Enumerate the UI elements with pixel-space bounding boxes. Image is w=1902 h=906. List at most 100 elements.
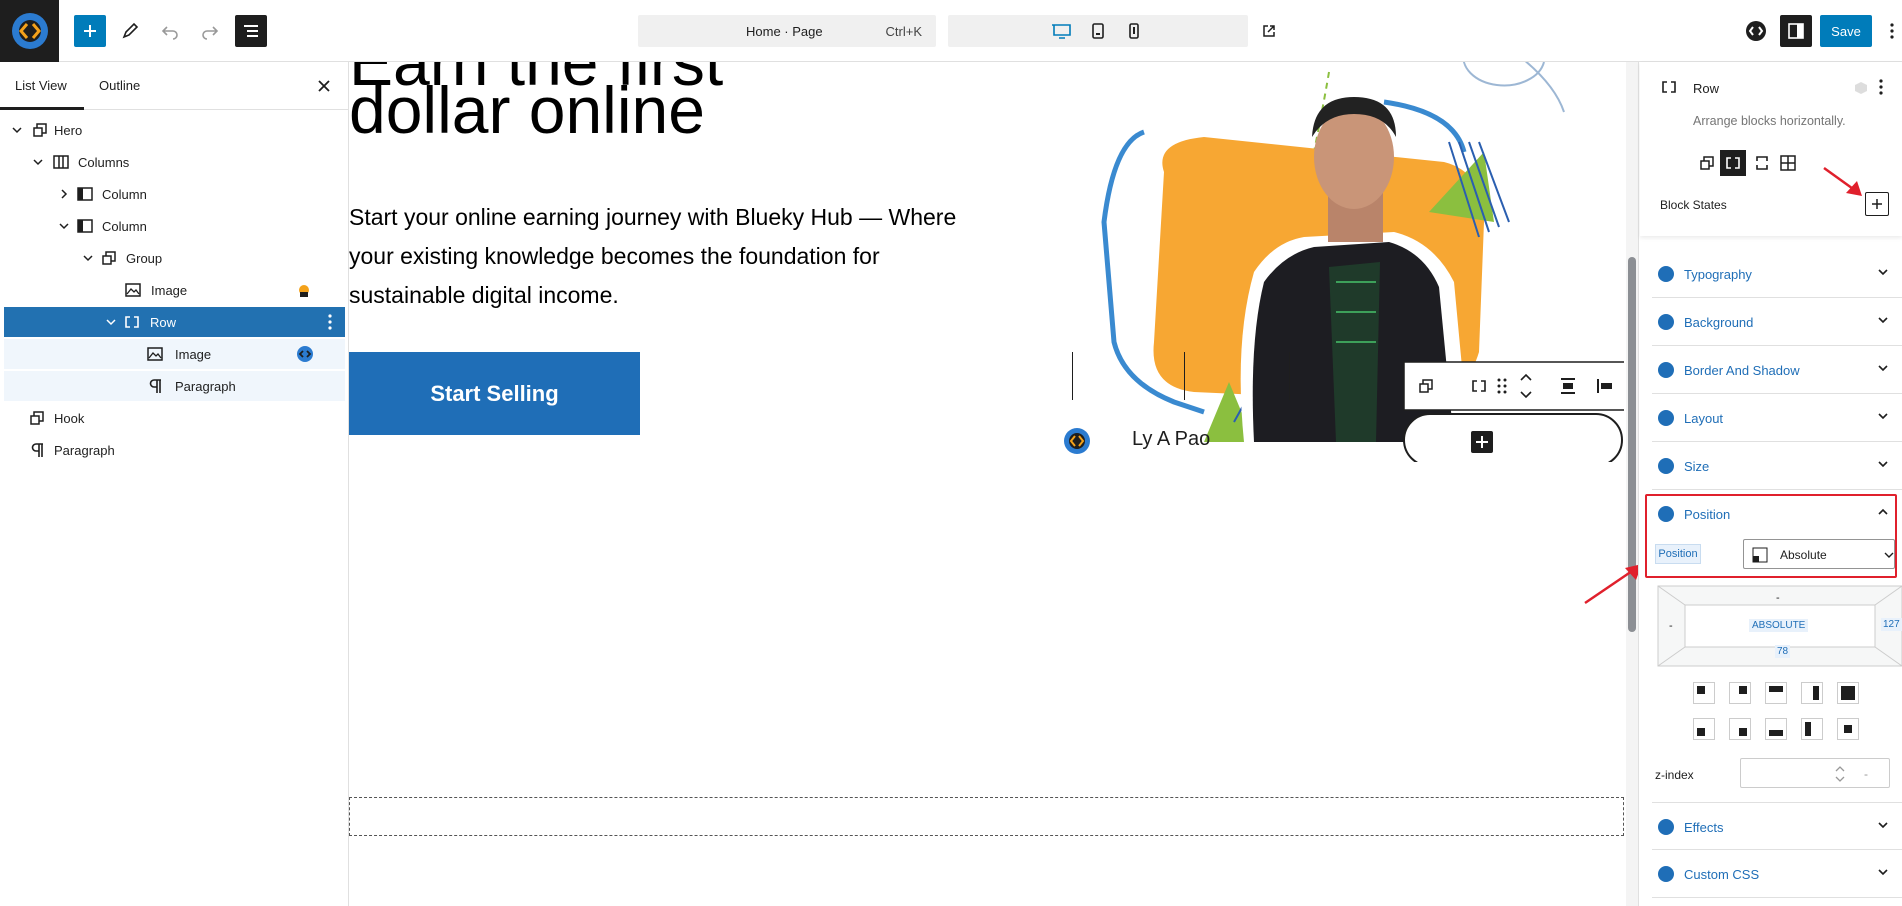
anchor-bottom-left[interactable]	[1693, 718, 1715, 740]
desktop-icon[interactable]	[1052, 22, 1072, 40]
list-item-column[interactable]: Column	[4, 179, 345, 209]
close-icon[interactable]	[318, 80, 330, 92]
drag-handle-icon[interactable]	[1496, 377, 1508, 395]
inserter-button[interactable]	[1471, 431, 1493, 453]
list-item-row[interactable]: Row	[4, 307, 345, 337]
typography-section[interactable]: Typography	[1652, 250, 1902, 298]
hero-paragraph[interactable]: Start your online earning journey with B…	[349, 198, 969, 315]
anchor-top-right[interactable]	[1729, 682, 1751, 704]
move-up-down-icon[interactable]	[1519, 372, 1533, 400]
tab-outline[interactable]: Outline	[99, 78, 140, 93]
tools-button[interactable]	[114, 15, 146, 47]
name-pill-label: Ly A Pao	[1132, 428, 1211, 450]
start-selling-button[interactable]: Start Selling	[349, 352, 640, 435]
anchor-right-full[interactable]	[1801, 682, 1823, 704]
offset-bottom-value[interactable]: 78	[1775, 645, 1791, 658]
panel-tabs: List View Outline	[0, 62, 348, 110]
list-item-hook[interactable]: Hook	[4, 403, 345, 433]
site-logo[interactable]	[0, 0, 59, 62]
list-item-image[interactable]: Image	[4, 275, 345, 305]
list-item-image[interactable]: Image	[4, 339, 345, 369]
layout-section[interactable]: Layout	[1652, 394, 1902, 442]
list-item-label: Row	[150, 315, 177, 330]
effects-section[interactable]: Effects	[1652, 802, 1902, 850]
anchor-center[interactable]	[1837, 718, 1859, 740]
anchor-bottom-full[interactable]	[1765, 718, 1787, 740]
block-title: Row	[1693, 81, 1720, 96]
row-icon[interactable]	[1470, 377, 1488, 395]
save-button[interactable]: Save	[1820, 15, 1872, 47]
plus-icon	[1476, 436, 1488, 448]
size-section[interactable]: Size	[1652, 442, 1902, 490]
chevron-down-icon	[106, 319, 116, 326]
redo-button[interactable]	[194, 15, 226, 47]
site-visibility-button[interactable]	[1740, 15, 1772, 47]
add-block-state-button[interactable]	[1865, 192, 1889, 216]
group-variation-icon[interactable]	[1698, 154, 1716, 172]
columns-icon	[53, 155, 69, 169]
add-block-button[interactable]	[74, 15, 106, 47]
hero-heading-line-2[interactable]: dollar online	[349, 77, 705, 143]
empty-block-placeholder[interactable]	[349, 797, 1624, 836]
list-item-label: Column	[102, 219, 147, 234]
stack-variation-icon[interactable]	[1753, 154, 1771, 172]
list-item-hero[interactable]: Hero	[4, 115, 345, 145]
code-icon	[1658, 866, 1674, 882]
settings-panel-toggle[interactable]	[1780, 15, 1812, 47]
block-description: Arrange blocks horizontally.	[1693, 114, 1846, 128]
group-icon	[33, 123, 47, 137]
list-item-columns[interactable]: Columns	[4, 147, 345, 177]
command-shortcut: Ctrl+K	[885, 24, 922, 39]
tablet-icon[interactable]	[1091, 22, 1105, 40]
list-item-label: Image	[175, 347, 212, 362]
offset-top-value[interactable]: -	[1776, 592, 1780, 604]
list-item-label: Hero	[54, 123, 83, 138]
document-overview-button[interactable]	[235, 15, 267, 47]
parent-block-icon[interactable]	[1417, 377, 1435, 395]
view-page-button[interactable]	[1253, 15, 1285, 47]
chevron-right-icon	[61, 189, 68, 199]
offset-left-value[interactable]: -	[1669, 620, 1673, 632]
custom-css-section[interactable]: Custom CSS	[1652, 850, 1902, 898]
section-label: Layout	[1684, 411, 1724, 426]
anchor-top-left[interactable]	[1693, 682, 1715, 704]
name-pill[interactable]: Ly A Pao	[1054, 414, 1272, 466]
more-vertical-icon[interactable]	[1879, 79, 1883, 95]
row-variation-button[interactable]	[1720, 150, 1746, 176]
undo-icon	[161, 26, 178, 40]
tab-list-view[interactable]: List View	[15, 78, 67, 93]
list-view-icon	[244, 25, 258, 37]
list-item-column[interactable]: Column	[4, 211, 345, 241]
justify-left-icon[interactable]	[1596, 377, 1614, 395]
chevron-down-icon	[59, 223, 69, 230]
more-vertical-icon[interactable]	[328, 314, 332, 330]
list-item-group[interactable]: Group	[4, 243, 345, 273]
list-item-paragraph[interactable]: Paragraph	[4, 371, 345, 401]
canvas-scrollbar[interactable]	[1626, 62, 1638, 906]
list-item-label: Column	[102, 187, 147, 202]
editor-canvas: Earn the first dollar online Start your …	[349, 62, 1637, 906]
background-section[interactable]: Background	[1652, 298, 1902, 346]
justify-space-icon[interactable]	[1559, 377, 1577, 395]
grid-variation-icon[interactable]	[1779, 154, 1797, 172]
block-inspector: Row Arrange blocks horizontally. Block S…	[1638, 62, 1902, 906]
paragraph-icon	[31, 443, 43, 457]
anchor-bottom-right[interactable]	[1729, 718, 1751, 740]
device-preview-group	[948, 15, 1248, 47]
anchor-left-full[interactable]	[1801, 718, 1823, 740]
mobile-icon[interactable]	[1128, 22, 1140, 40]
anchor-top-full[interactable]	[1765, 682, 1787, 704]
section-label: Custom CSS	[1684, 867, 1760, 882]
border-shadow-section[interactable]: Border And Shadow	[1652, 346, 1902, 394]
cube-icon	[1855, 82, 1867, 94]
document-title: Home · Page	[746, 24, 823, 39]
zindex-input[interactable]: -	[1740, 758, 1890, 788]
list-item-paragraph[interactable]: Paragraph	[4, 435, 345, 465]
offset-right-value[interactable]: 127	[1881, 618, 1902, 631]
options-button[interactable]	[1882, 15, 1902, 47]
command-palette[interactable]: Home · Page Ctrl+K	[638, 15, 936, 47]
undo-button[interactable]	[154, 15, 186, 47]
anchor-fill[interactable]	[1837, 682, 1859, 704]
stepper-icon[interactable]	[1835, 765, 1845, 783]
column-icon	[77, 187, 93, 201]
